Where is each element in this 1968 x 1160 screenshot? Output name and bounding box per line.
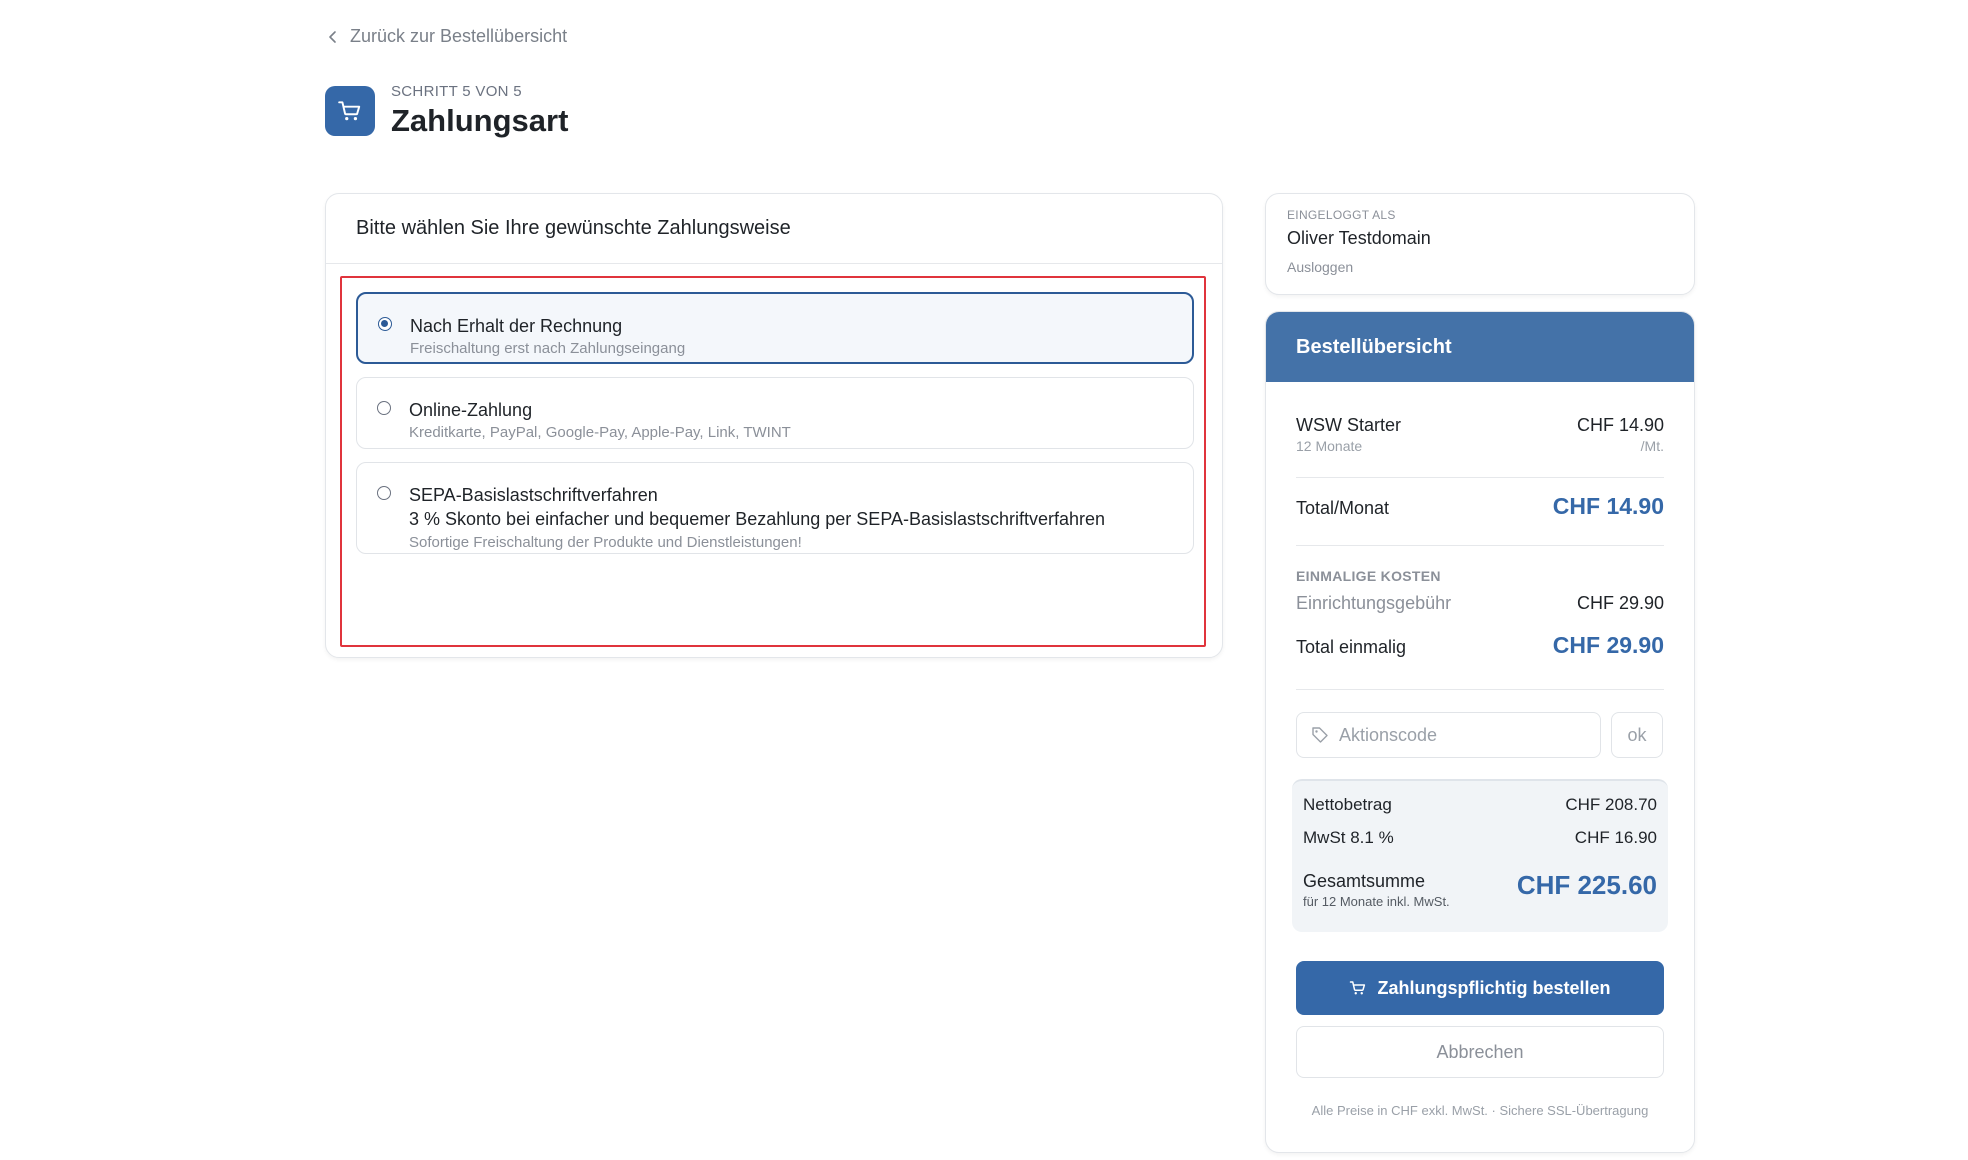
payment-option-subtitle: Freischaltung erst nach Zahlungseingang xyxy=(410,340,686,357)
vat-value: CHF 16.90 xyxy=(1574,828,1657,847)
radio-button-selected[interactable] xyxy=(378,317,392,331)
one-time-total-label: Total einmalig xyxy=(1296,637,1407,657)
one-time-costs-heading: EINMALIGE KOSTEN xyxy=(1296,568,1441,584)
payment-option-subtitle: Sofortige Freischaltung der Produkte und… xyxy=(409,534,802,551)
divider xyxy=(1296,545,1664,546)
back-link[interactable]: Zurück zur Bestellübersicht xyxy=(326,26,567,47)
promo-submit-button[interactable]: ok xyxy=(1611,712,1663,758)
account-card: EINGELOGGT ALS Oliver Testdomain Auslogg… xyxy=(1265,193,1695,295)
order-summary-title: Bestellübersicht xyxy=(1266,312,1694,382)
step-cart-badge xyxy=(325,86,375,136)
logged-in-label: EINGELOGGT ALS xyxy=(1287,208,1396,222)
divider xyxy=(1296,477,1664,478)
payment-option-description: 3 % Skonto bei einfacher und bequemer Be… xyxy=(409,509,1106,529)
radio-button[interactable] xyxy=(377,401,391,415)
setup-fee-value: CHF 29.90 xyxy=(1576,593,1664,613)
net-amount-label: Nettobetrag xyxy=(1303,795,1392,814)
cart-icon xyxy=(1350,981,1366,995)
setup-fee-label: Einrichtungsgebühr xyxy=(1296,593,1452,613)
promo-code-placeholder: Aktionscode xyxy=(1339,724,1438,745)
grand-total-note: für 12 Monate inkl. MwSt. xyxy=(1303,894,1450,909)
user-name: Oliver Testdomain xyxy=(1287,228,1431,248)
payment-option-invoice[interactable]: Nach Erhalt der Rechnung Freischaltung e… xyxy=(356,292,1194,364)
payment-option-subtitle: Kreditkarte, PayPal, Google-Pay, Apple-P… xyxy=(409,424,791,441)
product-price: CHF 14.90 xyxy=(1576,415,1664,435)
payment-method-heading: Bitte wählen Sie Ihre gewünschte Zahlung… xyxy=(326,194,1222,264)
payment-option-title: Online-Zahlung xyxy=(409,400,533,420)
grand-total-value: CHF 225.60 xyxy=(1516,870,1657,900)
order-button-label: Zahlungspflichtig bestellen xyxy=(1377,977,1611,998)
monthly-total-label: Total/Monat xyxy=(1296,498,1390,518)
footnote: Alle Preise in CHF exkl. MwSt. · Sichere… xyxy=(1311,1103,1649,1118)
divider xyxy=(1296,689,1664,690)
one-time-total-value: CHF 29.90 xyxy=(1552,632,1664,658)
product-price-unit: /Mt. xyxy=(1640,438,1664,454)
tag-icon xyxy=(1312,727,1328,743)
cart-icon xyxy=(338,101,361,121)
chevron-left-icon xyxy=(329,30,336,43)
radio-button[interactable] xyxy=(377,486,391,500)
promo-code-input[interactable]: Aktionscode xyxy=(1296,712,1601,758)
order-summary-card: Bestellübersicht WSW Starter 12 Monate C… xyxy=(1265,311,1695,1153)
step-indicator: SCHRITT 5 VON 5 xyxy=(391,83,522,100)
payment-option-title: SEPA-Basislastschriftverfahren xyxy=(409,485,658,505)
payment-option-title: Nach Erhalt der Rechnung xyxy=(410,316,623,336)
payment-method-card: Bitte wählen Sie Ihre gewünschte Zahlung… xyxy=(325,193,1223,658)
grand-total-label: Gesamtsumme xyxy=(1303,871,1426,891)
product-term: 12 Monate xyxy=(1296,438,1363,454)
page-title: Zahlungsart xyxy=(391,103,569,138)
payment-option-online[interactable]: Online-Zahlung Kreditkarte, PayPal, Goog… xyxy=(356,377,1194,449)
vat-label: MwSt 8.1 % xyxy=(1303,828,1394,847)
net-amount-value: CHF 208.70 xyxy=(1565,795,1657,814)
payment-option-sepa[interactable]: SEPA-Basislastschriftverfahren 3 % Skont… xyxy=(356,462,1194,554)
monthly-total-value: CHF 14.90 xyxy=(1552,493,1664,519)
totals-panel: Nettobetrag CHF 208.70 MwSt 8.1 % CHF 16… xyxy=(1292,779,1668,932)
logout-link[interactable]: Ausloggen xyxy=(1287,259,1353,275)
order-button[interactable]: Zahlungspflichtig bestellen xyxy=(1296,961,1664,1015)
product-name: WSW Starter xyxy=(1296,415,1402,435)
cancel-button[interactable]: Abbrechen xyxy=(1296,1026,1664,1078)
back-link-label: Zurück zur Bestellübersicht xyxy=(350,26,568,46)
